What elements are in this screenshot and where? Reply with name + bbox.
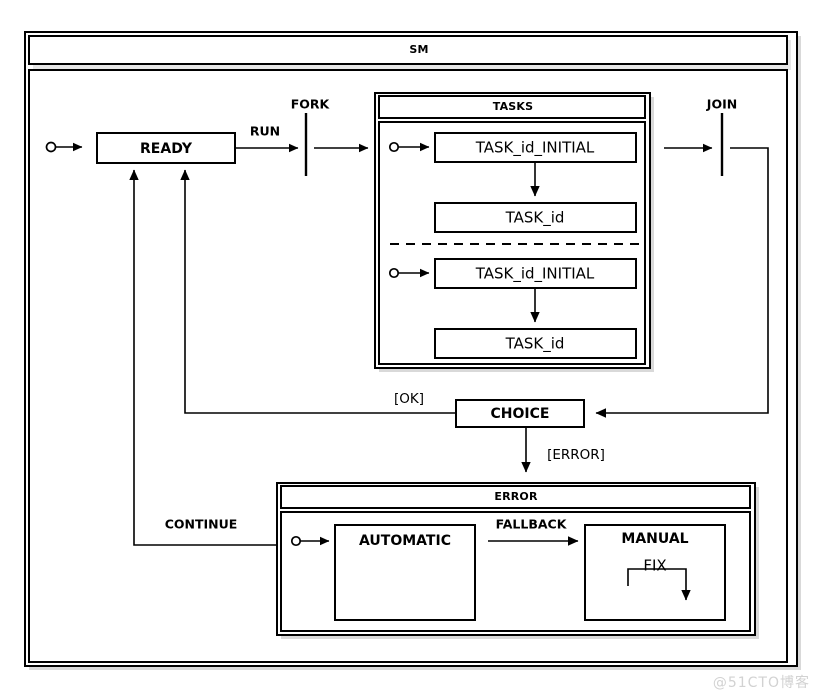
composite-state-tasks-title: TASKS bbox=[493, 100, 534, 113]
transition-error-label: [ERROR] bbox=[547, 447, 605, 463]
composite-state-error-title: ERROR bbox=[494, 490, 538, 503]
transition-fix-label: FIX bbox=[643, 557, 666, 575]
state-automatic-label: AUTOMATIC bbox=[359, 533, 451, 549]
join-label: JOIN bbox=[706, 97, 737, 112]
transition-ok-label: [OK] bbox=[394, 391, 424, 407]
state-task-2-label: TASK_id bbox=[505, 335, 565, 354]
state-task-initial-1-label: TASK_id_INITIAL bbox=[475, 139, 595, 158]
transition-continue-label: CONTINUE bbox=[165, 517, 238, 532]
diagram-canvas: SM READY RUN FORK TASKS TASK_id_INITIAL … bbox=[24, 31, 801, 670]
transition-run-label: RUN bbox=[250, 124, 280, 139]
watermark: @51CTO博客 bbox=[712, 675, 810, 691]
state-task-1-label: TASK_id bbox=[505, 209, 565, 228]
transition-fallback-label: FALLBACK bbox=[496, 517, 568, 532]
state-machine-diagram: SM READY RUN FORK TASKS TASK_id_INITIAL … bbox=[0, 0, 820, 700]
fork-label: FORK bbox=[291, 97, 331, 112]
state-choice-label: CHOICE bbox=[491, 406, 550, 422]
state-manual-label: MANUAL bbox=[621, 531, 688, 547]
state-ready-label: READY bbox=[140, 141, 193, 157]
sm-title: SM bbox=[409, 43, 428, 56]
state-task-initial-2-label: TASK_id_INITIAL bbox=[475, 265, 595, 284]
